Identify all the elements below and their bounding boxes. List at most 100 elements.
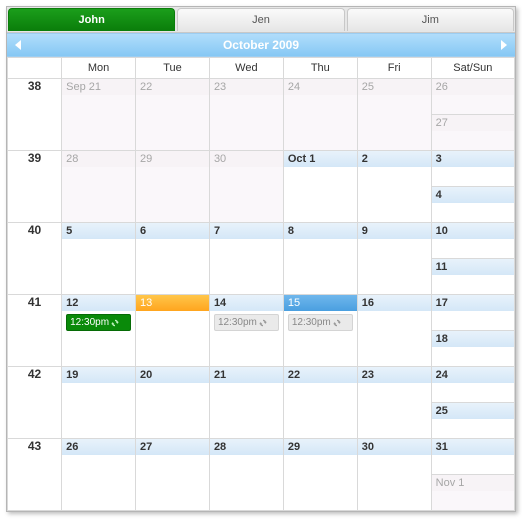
tab-john[interactable]: John (8, 8, 175, 31)
day-body (432, 311, 514, 330)
day-cell[interactable]: 30 (357, 439, 431, 511)
day-body (284, 95, 357, 150)
day-number: 4 (432, 187, 514, 203)
weekend-cell[interactable]: 1011 (431, 223, 514, 295)
day-body (62, 455, 135, 510)
weekend-cell[interactable]: 26 27 (431, 79, 514, 151)
dow-fri: Fri (357, 58, 431, 79)
day-cell[interactable]: 19 (62, 367, 136, 439)
day-number: Nov 1 (432, 475, 514, 491)
day-body (284, 383, 357, 438)
day-cell[interactable]: 28 (62, 151, 136, 223)
day-body (358, 455, 431, 510)
dow-weekend: Sat/Sun (431, 58, 514, 79)
tab-jen[interactable]: Jen (177, 8, 344, 31)
day-number: 24 (284, 79, 357, 95)
day-cell[interactable]: 24 (283, 79, 357, 151)
day-number: 26 (432, 79, 514, 95)
day-cell[interactable]: 8 (283, 223, 357, 295)
week-number-header (8, 58, 62, 79)
day-body: 12:30pm (284, 311, 357, 366)
day-number: 20 (136, 367, 209, 383)
day-cell[interactable]: Oct 1 (283, 151, 357, 223)
day-cell[interactable]: 26 (62, 439, 136, 511)
day-body (62, 167, 135, 222)
day-cell[interactable]: Sep 21 (62, 79, 136, 151)
day-of-week-header: Mon Tue Wed Thu Fri Sat/Sun (8, 58, 515, 79)
day-body (432, 491, 514, 510)
day-cell[interactable]: 22 (283, 367, 357, 439)
day-cell[interactable]: 25 (357, 79, 431, 151)
day-cell[interactable]: 27 (136, 439, 210, 511)
day-body (284, 455, 357, 510)
day-body (136, 311, 209, 366)
day-cell[interactable]: 29 (283, 439, 357, 511)
day-number: 6 (136, 223, 209, 239)
calendar-body: 38Sep 2122232425262739282930Oct 12344056… (8, 79, 515, 511)
prev-month-button[interactable] (15, 40, 21, 50)
day-body (432, 419, 514, 438)
weekend-cell[interactable]: 34 (431, 151, 514, 223)
calendar-app: JohnJenJim October 2009 Mon Tue Wed Thu … (6, 6, 516, 512)
calendar-grid: Mon Tue Wed Thu Fri Sat/Sun 38Sep 212223… (7, 57, 515, 511)
calendar-event[interactable]: 12:30pm (214, 314, 279, 331)
day-cell[interactable]: 16 (357, 295, 431, 367)
day-number: 19 (62, 367, 135, 383)
day-body (358, 311, 431, 366)
next-month-button[interactable] (501, 40, 507, 50)
day-number: 13 (136, 295, 209, 311)
day-cell[interactable]: 23 (209, 79, 283, 151)
day-body (358, 383, 431, 438)
day-cell[interactable]: 1412:30pm (209, 295, 283, 367)
recurring-icon (259, 319, 267, 327)
day-body (210, 239, 283, 294)
calendar-event[interactable]: 12:30pm (66, 314, 131, 331)
day-number: 7 (210, 223, 283, 239)
day-cell[interactable]: 7 (209, 223, 283, 295)
day-cell[interactable]: 23 (357, 367, 431, 439)
day-number: 30 (358, 439, 431, 455)
weekend-cell[interactable]: 1718 (431, 295, 514, 367)
day-cell[interactable]: 28 (209, 439, 283, 511)
tab-jim[interactable]: Jim (347, 8, 514, 31)
day-number: 29 (284, 439, 357, 455)
day-cell[interactable]: 30 (209, 151, 283, 223)
weekend-cell[interactable]: 2425 (431, 367, 514, 439)
day-number: 11 (432, 259, 514, 275)
day-number: 12 (62, 295, 135, 311)
day-body (62, 95, 135, 150)
day-cell[interactable]: 22 (136, 79, 210, 151)
day-cell[interactable]: 29 (136, 151, 210, 223)
dow-thu: Thu (283, 58, 357, 79)
day-cell[interactable]: 12 12:30pm (62, 295, 136, 367)
weekend-cell[interactable]: 31Nov 1 (431, 439, 514, 511)
day-number: Sep 21 (62, 79, 135, 95)
day-cell[interactable]: 6 (136, 223, 210, 295)
week-number: 39 (8, 151, 62, 223)
month-title: October 2009 (223, 38, 299, 52)
day-body (210, 383, 283, 438)
day-body (62, 239, 135, 294)
day-cell[interactable]: 1512:30pm (283, 295, 357, 367)
day-cell[interactable]: 13 (136, 295, 210, 367)
day-body (210, 167, 283, 222)
day-body (136, 455, 209, 510)
day-body (62, 383, 135, 438)
calendar-event[interactable]: 12:30pm (288, 314, 353, 331)
tab-bar: JohnJenJim (7, 7, 515, 33)
day-body (432, 239, 514, 258)
day-body (432, 347, 514, 366)
day-cell[interactable]: 20 (136, 367, 210, 439)
week-number: 41 (8, 295, 62, 367)
week-number: 43 (8, 439, 62, 511)
day-number: 25 (358, 79, 431, 95)
day-body (432, 203, 514, 222)
day-cell[interactable]: 9 (357, 223, 431, 295)
day-number: 27 (432, 115, 514, 131)
recurring-icon (111, 319, 119, 327)
dow-wed: Wed (209, 58, 283, 79)
day-cell[interactable]: 21 (209, 367, 283, 439)
day-cell[interactable]: 5 (62, 223, 136, 295)
day-cell[interactable]: 2 (357, 151, 431, 223)
day-body (210, 455, 283, 510)
